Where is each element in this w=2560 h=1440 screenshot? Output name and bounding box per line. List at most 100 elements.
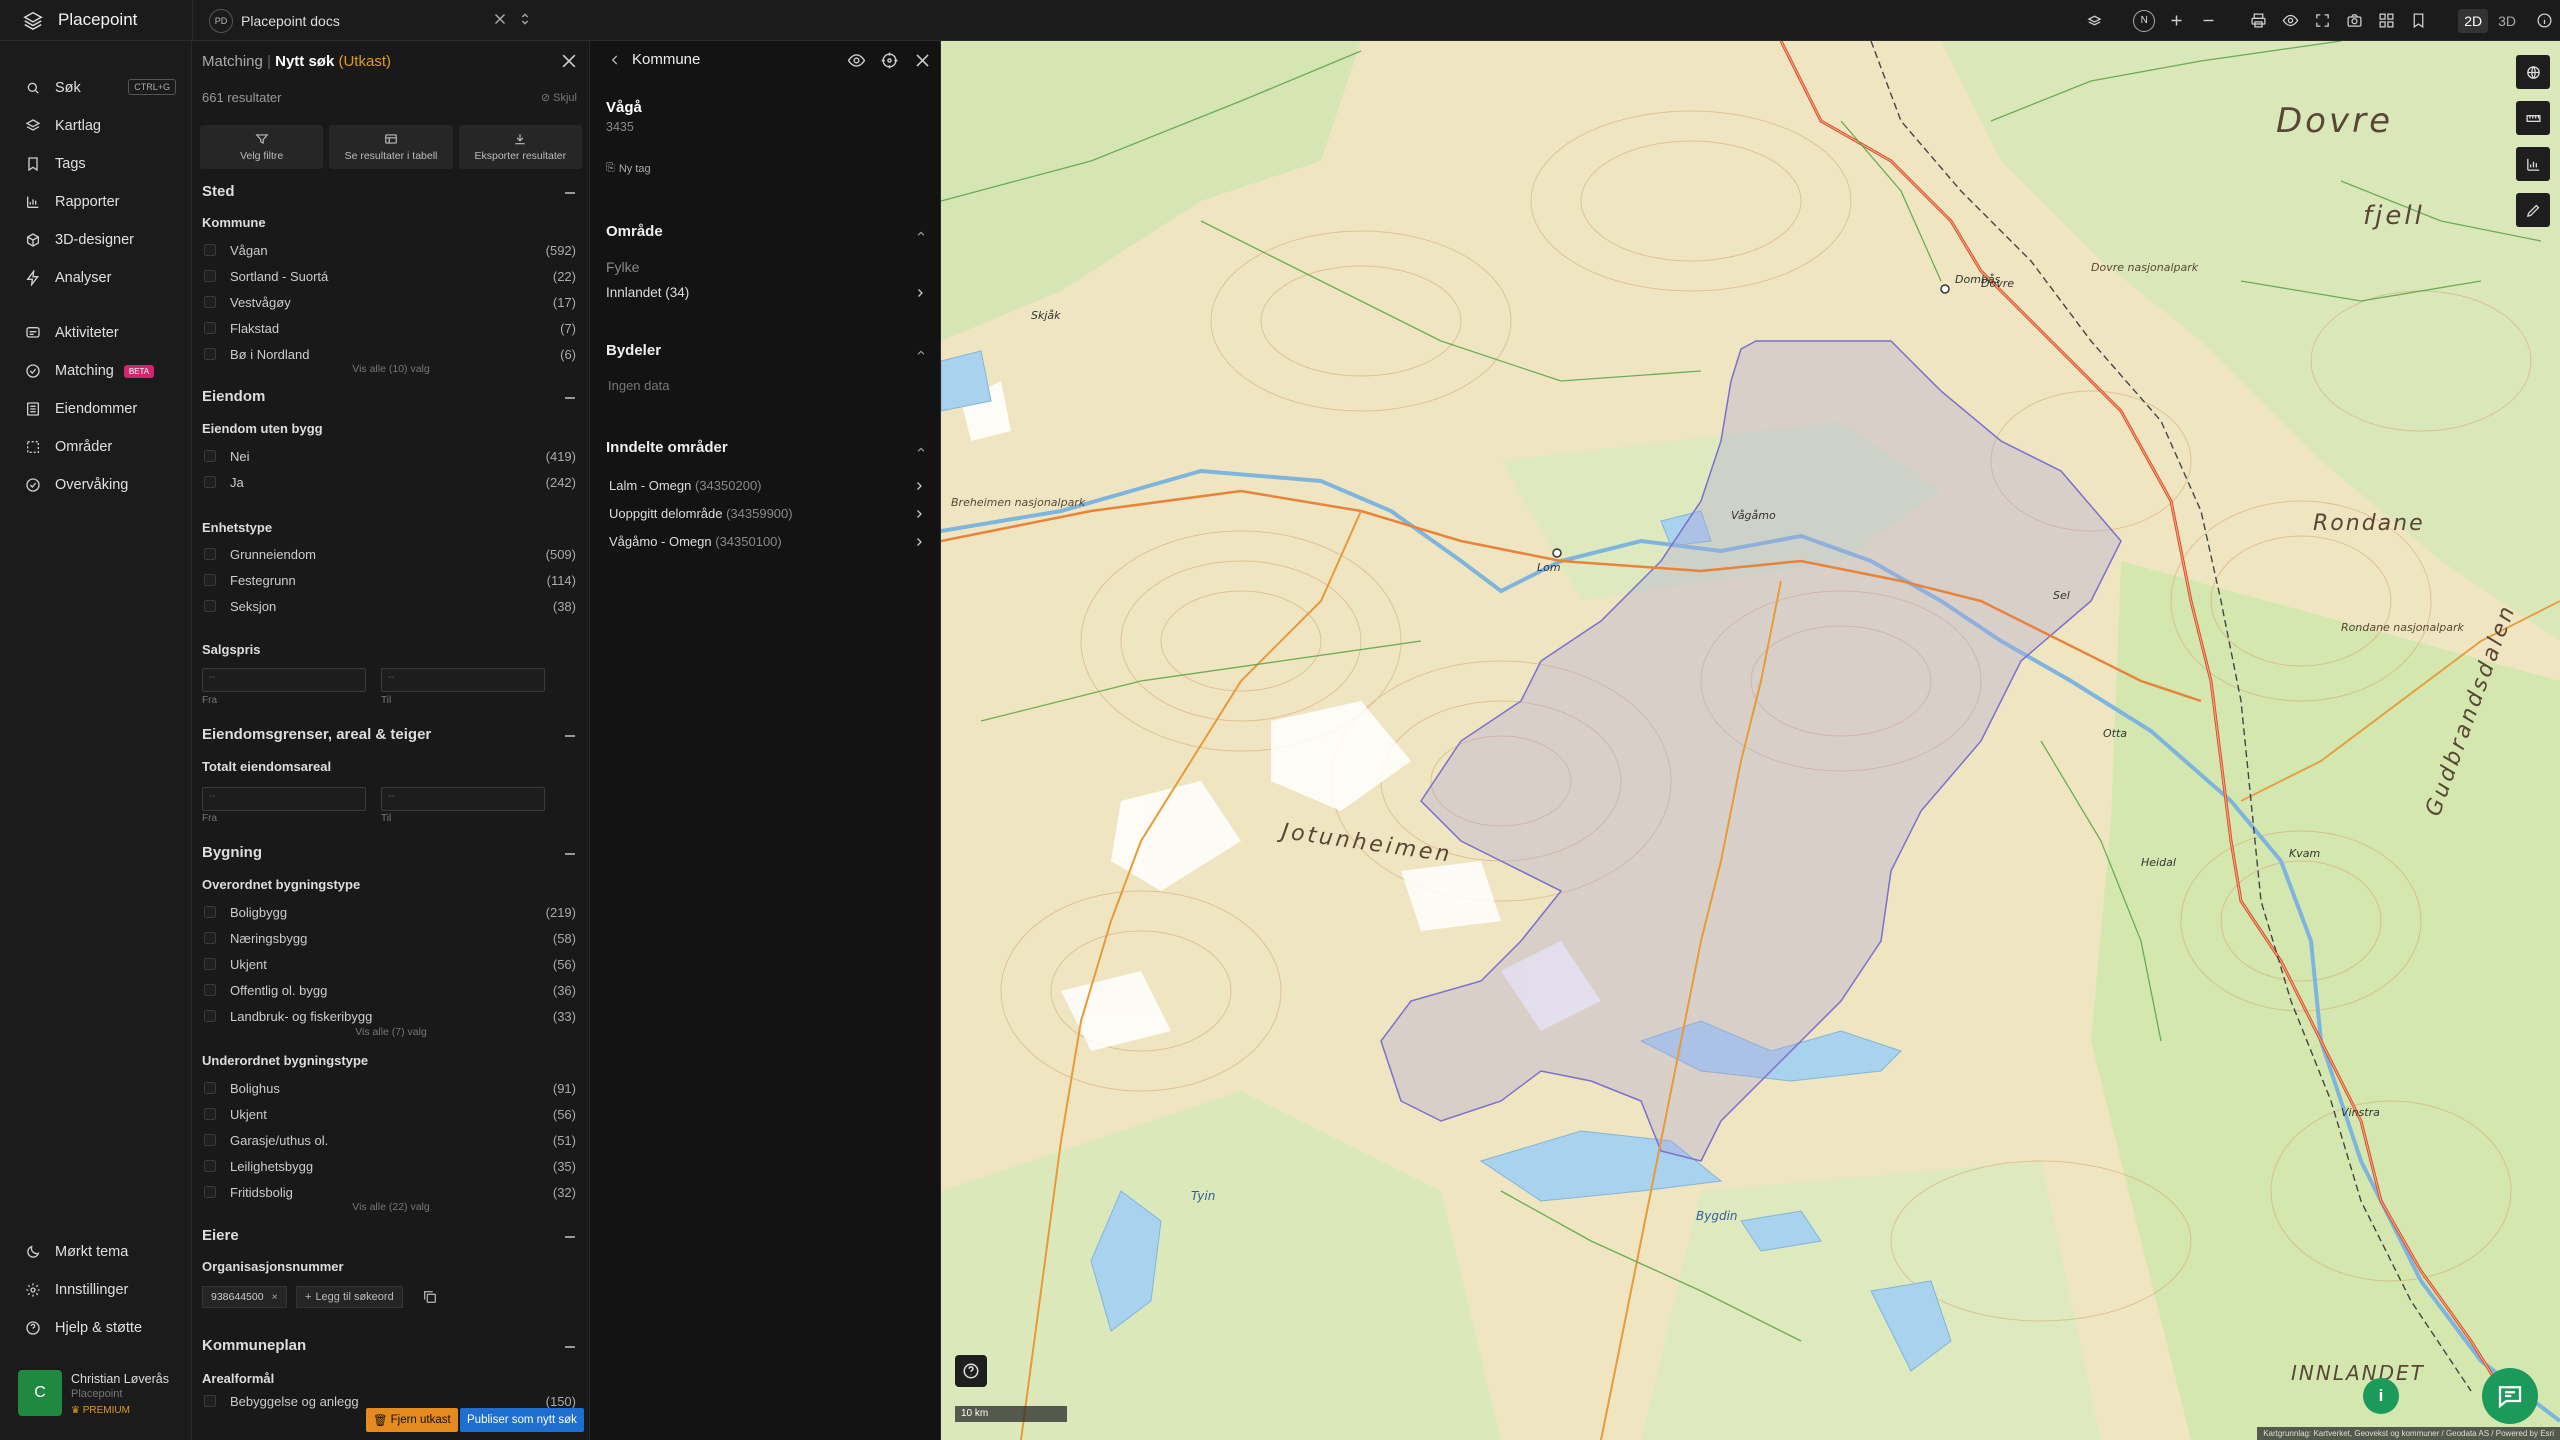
nav-item-eiendommer[interactable]: Eiendommer (0, 392, 192, 426)
price-to-input[interactable]: -- (381, 668, 545, 692)
checkbox[interactable] (204, 1010, 216, 1022)
subarea-row[interactable]: Vågåmo - Omegn (34350100) (609, 534, 925, 549)
section-title-sted[interactable]: Sted (202, 183, 235, 200)
nav-item-sok[interactable]: Søk CTRL+G (0, 71, 192, 105)
checkbox[interactable] (204, 548, 216, 560)
workspace-selector[interactable]: PD Placepoint docs (192, 0, 540, 41)
close-icon[interactable] (491, 10, 509, 28)
subarea-row[interactable]: Uoppgitt delområde (34359900) (609, 506, 925, 521)
checkbox[interactable] (204, 476, 216, 488)
remove-draft-button[interactable]: 🗑 Fjern utkast (366, 1408, 458, 1432)
checkbox[interactable] (204, 244, 216, 256)
checkbox[interactable] (204, 270, 216, 282)
area-to-input[interactable]: -- (381, 787, 545, 811)
nav-item-settings[interactable]: Innstillinger (0, 1273, 192, 1307)
checkbox[interactable] (204, 1395, 216, 1407)
option-row[interactable]: Bø i Nordland (6) (202, 344, 576, 364)
fylke-row[interactable]: Innlandet (34) (606, 285, 926, 300)
checkbox[interactable] (204, 348, 216, 360)
nav-item-matching[interactable]: Matching BETA (0, 354, 192, 388)
checkbox[interactable] (204, 932, 216, 944)
view-table-button[interactable]: Se resultater i tabell (329, 125, 453, 169)
nav-item-3d-designer[interactable]: 3D-designer (0, 223, 192, 257)
option-row[interactable]: Seksjon (38) (202, 596, 576, 616)
publish-button[interactable]: Publiser som nytt søk (460, 1408, 584, 1432)
option-row[interactable]: Fritidsbolig (32) (202, 1182, 576, 1202)
collapse-icon[interactable] (565, 192, 575, 194)
breadcrumb-matching[interactable]: Matching (202, 53, 263, 70)
add-keyword-button[interactable]: + Legg til søkeord (296, 1286, 403, 1308)
map-layer-control[interactable] (2516, 55, 2550, 89)
section-title-kommuneplan[interactable]: Kommuneplan (202, 1337, 306, 1354)
option-row[interactable]: Næringsbygg (58) (202, 928, 576, 948)
map-help-button[interactable] (955, 1355, 987, 1387)
chevron-left-icon[interactable] (608, 53, 622, 67)
option-row[interactable]: Ukjent (56) (202, 954, 576, 974)
option-row[interactable]: Festegrunn (114) (202, 570, 576, 590)
compass-button[interactable]: N (2128, 0, 2160, 41)
nav-item-dark-theme[interactable]: Mørkt tema (0, 1235, 192, 1269)
zoom-in-button[interactable] (2160, 0, 2192, 41)
app-brand[interactable]: Placepoint (22, 9, 137, 31)
section-title-eiendom[interactable]: Eiendom (202, 388, 265, 405)
hide-button[interactable]: ⊘ Skjul (541, 91, 577, 104)
checkbox[interactable] (204, 296, 216, 308)
section-title-omrade[interactable]: Område (606, 223, 663, 240)
eye-icon[interactable] (847, 51, 866, 70)
chevron-updown-icon[interactable] (517, 10, 533, 28)
checkbox[interactable] (204, 600, 216, 612)
option-row[interactable]: Ukjent (56) (202, 1104, 576, 1124)
option-row[interactable]: Ja (242) (202, 472, 576, 492)
nav-item-tags[interactable]: Tags (0, 147, 192, 181)
subarea-row[interactable]: Lalm - Omegn (34350200) (609, 478, 925, 493)
grid-button[interactable] (2370, 0, 2402, 41)
section-title-bydeler[interactable]: Bydeler (606, 342, 661, 359)
nav-item-kartlag[interactable]: Kartlag (0, 109, 192, 143)
collapse-icon[interactable] (565, 1346, 575, 1348)
checkbox[interactable] (204, 906, 216, 918)
option-row[interactable]: Vågan (592) (202, 240, 576, 260)
checkbox[interactable] (204, 450, 216, 462)
option-row[interactable]: Garasje/uthus ol. (51) (202, 1130, 576, 1150)
nav-item-help[interactable]: Hjelp & støtte (0, 1311, 192, 1345)
checkbox[interactable] (204, 322, 216, 334)
chevron-up-icon[interactable] (916, 445, 926, 455)
option-row[interactable]: Landbruk- og fiskeribygg (33) (202, 1006, 576, 1026)
checkbox[interactable] (204, 958, 216, 970)
checkbox[interactable] (204, 1160, 216, 1172)
option-row[interactable]: Flakstad (7) (202, 318, 576, 338)
nav-item-overvaking[interactable]: Overvåking (0, 468, 192, 502)
checkbox[interactable] (204, 984, 216, 996)
checkbox[interactable] (204, 1108, 216, 1120)
topographic-map[interactable] (941, 41, 2560, 1440)
section-title-areal[interactable]: Eiendomsgrenser, areal & teiger (202, 726, 431, 743)
export-button[interactable]: Eksporter resultater (458, 125, 582, 169)
map-draw-control[interactable] (2516, 193, 2550, 227)
nav-item-rapporter[interactable]: Rapporter (0, 185, 192, 219)
layers-stack-button[interactable] (2078, 0, 2110, 41)
map-info-button[interactable] (2528, 0, 2560, 41)
locate-icon[interactable] (880, 51, 899, 70)
show-all-link[interactable]: Vis alle (22) valg (192, 1201, 589, 1213)
option-row[interactable]: Grunneiendom (509) (202, 544, 576, 564)
chat-button[interactable] (2482, 1368, 2538, 1424)
map-measure-control[interactable] (2516, 101, 2550, 135)
collapse-icon[interactable] (565, 735, 575, 737)
fullscreen-button[interactable] (2306, 0, 2338, 41)
checkbox[interactable] (204, 574, 216, 586)
user-profile[interactable]: C Christian Løverås Placepoint ♛ PREMIUM (18, 1370, 188, 1420)
info-icon[interactable]: i (2363, 1378, 2399, 1414)
option-row[interactable]: Boligbygg (219) (202, 902, 576, 922)
print-button[interactable] (2242, 0, 2274, 41)
map-canvas[interactable]: Dovre fjell Rondane Rondane nasjonalpark… (941, 41, 2560, 1440)
checkbox[interactable] (204, 1134, 216, 1146)
chevron-up-icon[interactable] (916, 229, 926, 239)
screenshot-button[interactable] (2338, 0, 2370, 41)
checkbox[interactable] (204, 1186, 216, 1198)
checkbox[interactable] (204, 1082, 216, 1094)
price-from-input[interactable]: -- (202, 668, 366, 692)
section-title-inndelte[interactable]: Inndelte områder (606, 439, 728, 456)
section-title-eiere[interactable]: Eiere (202, 1227, 239, 1244)
remove-chip-icon[interactable]: × (272, 1291, 278, 1303)
nav-item-omrader[interactable]: Områder (0, 430, 192, 464)
